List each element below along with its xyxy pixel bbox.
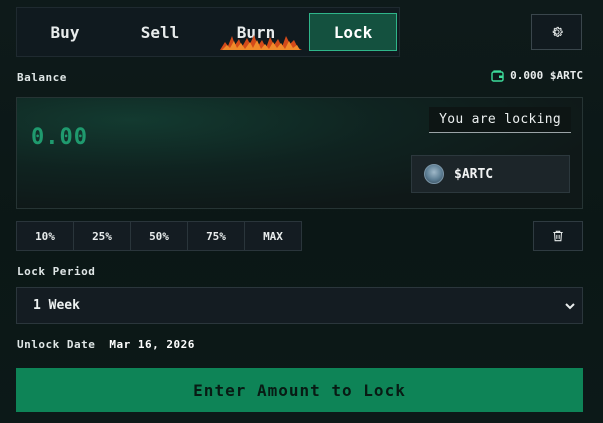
percent-50-button[interactable]: 50%	[130, 221, 188, 251]
balance-label: Balance	[17, 71, 67, 84]
max-button[interactable]: MAX	[244, 221, 302, 251]
tab-sell[interactable]: Sell	[116, 13, 204, 51]
tab-buy[interactable]: Buy	[21, 13, 109, 51]
tab-burn[interactable]: Burn	[212, 13, 300, 51]
token-symbol: $ARTC	[454, 166, 494, 182]
wallet-icon	[491, 69, 504, 82]
lock-period-label: Lock Period	[17, 265, 96, 278]
clear-button[interactable]	[533, 221, 583, 251]
token-selector[interactable]: $ARTC	[411, 155, 570, 193]
trade-tabs: Buy Sell Burn Lock	[16, 7, 400, 57]
percent-buttons: 10% 25% 50% 75% MAX	[16, 221, 302, 251]
chevron-down-icon	[565, 303, 575, 310]
token-logo	[424, 164, 444, 184]
unlock-date-label: Unlock Date	[17, 338, 96, 351]
unlock-date-value: Mar 16, 2026	[109, 338, 195, 351]
lock-period-value: 1 Week	[33, 298, 80, 313]
balance-value: 0.000 $ARTC	[510, 69, 583, 82]
amount-input[interactable]: 0.00	[31, 125, 88, 150]
unlock-date-row: Unlock Date Mar 16, 2026	[17, 338, 195, 351]
percent-75-button[interactable]: 75%	[187, 221, 245, 251]
gear-icon	[552, 26, 563, 37]
amount-panel: 0.00 You are locking $ARTC	[16, 97, 583, 209]
trash-icon	[553, 230, 563, 242]
percent-10-button[interactable]: 10%	[16, 221, 74, 251]
enter-amount-button[interactable]: Enter Amount to Lock	[16, 368, 583, 412]
percent-25-button[interactable]: 25%	[73, 221, 131, 251]
lock-period-select[interactable]: 1 Week	[16, 287, 583, 324]
locking-label: You are locking	[429, 107, 571, 133]
balance-value-row: 0.000 $ARTC	[491, 69, 583, 82]
tab-lock[interactable]: Lock	[309, 13, 397, 51]
settings-button[interactable]	[531, 14, 582, 50]
